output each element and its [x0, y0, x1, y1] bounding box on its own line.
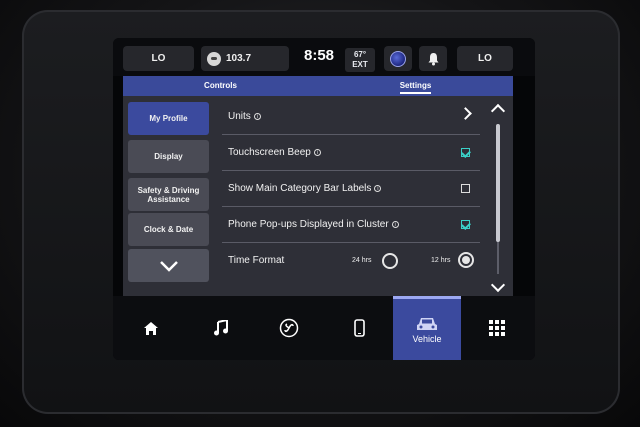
setting-units-row[interactable]: Units i: [222, 98, 480, 134]
nav-apps[interactable]: [479, 296, 515, 360]
setting-units-label: Units: [228, 110, 251, 122]
scroll-thumb[interactable]: [496, 124, 500, 242]
settings-sidebar: My Profile Display Safety & Driving Assi…: [123, 96, 219, 302]
infotainment-screen: LO 103.7 8:58 67° EXT LO Controls Settin…: [113, 38, 535, 360]
settings-panel: My Profile Display Safety & Driving Assi…: [123, 96, 513, 302]
radio-station-button[interactable]: 103.7: [201, 46, 289, 71]
chevron-down-icon: [159, 260, 178, 272]
touchscreen-beep-checkbox[interactable]: [461, 148, 470, 157]
setting-phone-popups-row[interactable]: Phone Pop-ups Displayed in Cluster i: [222, 206, 480, 242]
setting-touchscreen-beep-label: Touchscreen Beep: [228, 147, 311, 158]
setting-phone-popups-label: Phone Pop-ups Displayed in Cluster: [228, 219, 389, 230]
nav-phone[interactable]: [341, 296, 377, 360]
sidebar-item-safety-driving-assistance[interactable]: Safety & Driving Assistance: [128, 178, 209, 211]
temperature-value: 67°: [353, 50, 367, 59]
nav-vehicle[interactable]: Vehicle: [393, 296, 461, 360]
outside-temperature: 67° EXT: [345, 48, 375, 72]
sidebar-item-label: Clock & Date: [143, 225, 194, 234]
uconnect-button[interactable]: [384, 46, 412, 71]
apps-grid-icon: [489, 320, 505, 336]
setting-category-bar-labels-row[interactable]: Show Main Category Bar Labels i: [222, 170, 480, 206]
bottom-nav: Vehicle: [113, 296, 535, 360]
radio-station-label: 103.7: [226, 53, 252, 64]
phone-popups-checkbox[interactable]: [461, 220, 470, 229]
chevron-right-icon: [459, 107, 472, 120]
tab-controls[interactable]: Controls: [123, 76, 318, 96]
setting-touchscreen-beep-row[interactable]: Touchscreen Beep i: [222, 134, 480, 170]
tab-controls-label: Controls: [204, 81, 237, 90]
time-format-12-label: 12 hrs: [431, 257, 451, 264]
info-icon[interactable]: i: [391, 221, 399, 228]
category-bar-labels-checkbox[interactable]: [461, 184, 470, 193]
phone-icon: [353, 319, 365, 337]
driver-climate-label: LO: [151, 53, 166, 64]
music-icon: [214, 320, 228, 336]
sidebar-item-label: Safety & Driving Assistance: [137, 185, 200, 204]
tab-settings-label: Settings: [399, 81, 432, 94]
scroll-up-icon[interactable]: [490, 103, 506, 119]
passenger-climate-button[interactable]: LO: [457, 46, 513, 71]
info-icon[interactable]: i: [253, 112, 261, 120]
nav-home[interactable]: [133, 296, 169, 360]
driver-climate-button[interactable]: LO: [123, 46, 194, 71]
setting-time-format-label: Time Format: [228, 255, 285, 266]
sidebar-item-label: My Profile: [149, 114, 188, 123]
time-format-12-radio[interactable]: [458, 252, 474, 268]
sidebar-item-display[interactable]: Display: [128, 140, 209, 173]
climate-fan-icon: [279, 318, 299, 338]
vehicle-icon: [417, 317, 437, 330]
tab-bar: Controls Settings: [123, 76, 513, 96]
bell-icon: [428, 52, 438, 65]
scrollbar[interactable]: [485, 96, 513, 302]
scroll-down-icon[interactable]: [490, 277, 506, 293]
status-bar: LO 103.7 8:58 67° EXT LO: [113, 38, 535, 76]
time-format-24-radio[interactable]: [382, 253, 398, 269]
nav-climate[interactable]: [271, 296, 307, 360]
temperature-label: EXT: [352, 60, 368, 69]
sidebar-more-button[interactable]: [128, 249, 209, 282]
sidebar-item-my-profile[interactable]: My Profile: [128, 102, 209, 135]
nav-vehicle-label: Vehicle: [412, 333, 442, 344]
tab-settings[interactable]: Settings: [318, 76, 513, 96]
sidebar-item-label: Display: [154, 152, 183, 161]
setting-time-format-row: Time Format 24 hrs 12 hrs: [222, 242, 480, 278]
notifications-button[interactable]: [419, 46, 447, 71]
nav-media[interactable]: [203, 296, 239, 360]
settings-list: Units i Touchscreen Beep i Show Main Cat…: [219, 96, 485, 302]
info-icon[interactable]: i: [313, 149, 321, 156]
passenger-climate-label: LO: [478, 53, 492, 64]
uconnect-icon: [390, 50, 406, 67]
info-icon[interactable]: i: [374, 185, 382, 192]
radio-icon: [207, 51, 221, 66]
sidebar-item-clock-date[interactable]: Clock & Date: [128, 213, 209, 246]
setting-category-bar-labels-label: Show Main Category Bar Labels: [228, 183, 372, 194]
clock: 8:58: [303, 47, 335, 64]
time-format-24-label: 24 hrs: [352, 257, 372, 264]
home-icon: [144, 321, 158, 335]
